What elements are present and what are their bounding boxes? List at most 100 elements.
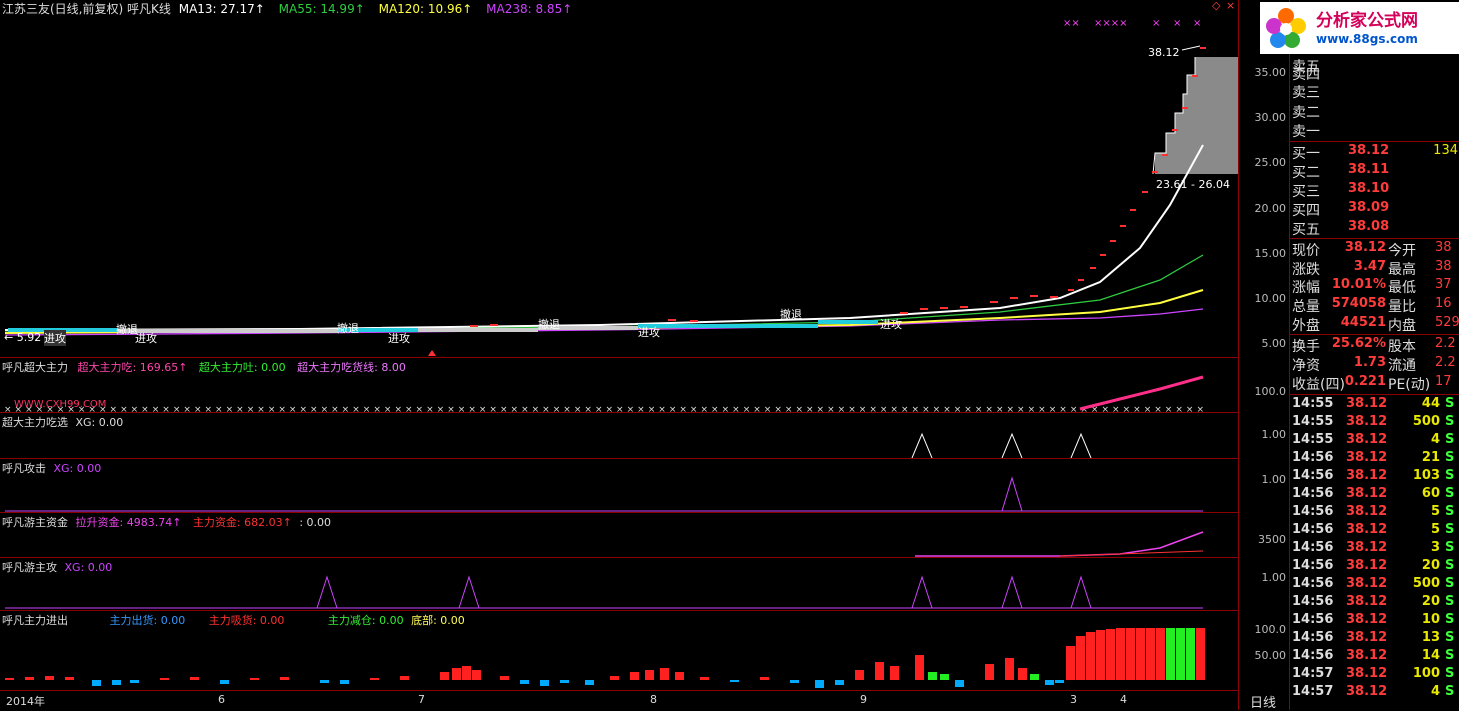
- flow-bar: [1005, 658, 1014, 680]
- tick-side: S: [1445, 576, 1455, 591]
- candlestick-chart[interactable]: ×× ×××× × × ×: [0, 0, 1238, 357]
- flow-bar: [220, 680, 229, 684]
- quote-key: 流通: [1388, 358, 1416, 374]
- top-x-markers: ×× ×××× × × ×: [1063, 18, 1201, 29]
- tick-price: 38.12: [1346, 468, 1388, 483]
- tick-price: 38.12: [1346, 594, 1388, 609]
- quote-key: 外盘: [1292, 318, 1320, 334]
- flow-bar: [250, 678, 259, 680]
- spike: [911, 432, 933, 458]
- panel3-chart: [5, 476, 1203, 512]
- attack-signal: 进攻: [880, 318, 902, 331]
- spike: [1070, 575, 1092, 609]
- flow-bar: [540, 680, 549, 686]
- tick-price: 38.12: [1346, 612, 1388, 627]
- flow-bar: [280, 677, 289, 680]
- retreat-signal: 撤退: [337, 322, 359, 335]
- flow-bar: [1196, 628, 1205, 680]
- attack-signal: 进攻: [388, 332, 410, 345]
- flow-bar: [890, 666, 899, 680]
- tick-time: 14:56: [1292, 540, 1334, 555]
- panel6-tick: 100.0: [1254, 623, 1287, 636]
- x-month-label: 6: [218, 693, 225, 706]
- flow-bar: [45, 676, 54, 680]
- flow-bar: [1106, 629, 1115, 680]
- quote-value: 3.47: [1353, 259, 1386, 274]
- tick-side: S: [1445, 450, 1455, 465]
- quote-row: 涨幅 10.01% 最低 37: [1290, 277, 1459, 296]
- spike: [1001, 575, 1023, 609]
- quote-row: 换手 25.62% 股本 2.2: [1290, 336, 1459, 355]
- panel5-chart: [5, 575, 1203, 609]
- price-tick: 35.00: [1254, 66, 1287, 79]
- buy-price: 38.12: [1348, 143, 1390, 158]
- tick-side: S: [1445, 558, 1455, 573]
- tick-volume: 60: [1421, 486, 1440, 501]
- tick-price: 38.12: [1346, 522, 1388, 537]
- tick-price: 38.12: [1346, 666, 1388, 681]
- flow-bar: [452, 668, 461, 680]
- sell-row: 卖二: [1290, 102, 1459, 122]
- sell-label: 卖三: [1292, 85, 1320, 101]
- tick-time: 14:56: [1292, 486, 1334, 501]
- low-price-label: ← 5.92: [4, 331, 42, 344]
- flow-bar: [1116, 628, 1125, 680]
- tick-side: S: [1445, 666, 1455, 681]
- flow-bar: [700, 677, 709, 680]
- tick-volume: 4: [1430, 432, 1440, 447]
- x-marker-row: ××××××××××××××××××××××××××××××××××××××××…: [4, 405, 1204, 412]
- panel3-tick: 1.00: [1261, 473, 1287, 486]
- tick-time: 14:56: [1292, 576, 1334, 591]
- flow-bar: [400, 676, 409, 680]
- quote-key: 内盘: [1388, 318, 1416, 334]
- chart-area[interactable]: 江苏三友(日线,前复权) 呼凡K线 MA13: 27.17↑ MA55: 14.…: [0, 0, 1289, 711]
- flow-bar: [1186, 628, 1195, 680]
- flow-bar: [560, 680, 569, 683]
- buy-price: 38.08: [1348, 219, 1390, 234]
- flower-logo-icon: [1266, 8, 1306, 48]
- quote-value: 38: [1435, 240, 1452, 255]
- tick-price: 38.12: [1346, 630, 1388, 645]
- quote-key: 今开: [1388, 243, 1416, 259]
- tick-volume: 500: [1412, 576, 1440, 591]
- spike: [911, 575, 933, 609]
- flow-bar: [440, 672, 449, 680]
- quote-value: 44521: [1340, 315, 1386, 330]
- flow-bar: [835, 680, 844, 685]
- flow-bar: [65, 677, 74, 680]
- tick-time: 14:57: [1292, 684, 1334, 699]
- quote-key: 量比: [1388, 299, 1416, 315]
- flow-bar: [1045, 680, 1054, 685]
- logo: 分析家公式网 www.88gs.com: [1260, 2, 1459, 54]
- tick-side: S: [1445, 630, 1455, 645]
- flow-bar: [1156, 628, 1165, 680]
- quote-value: 10.01%: [1331, 277, 1386, 292]
- tick-side: S: [1445, 540, 1455, 555]
- quote-row: 涨跌 3.47 最高 38: [1290, 259, 1459, 278]
- sell-row: 卖三: [1290, 82, 1459, 102]
- flow-bar: [462, 666, 471, 680]
- attack-signal: 进攻: [135, 332, 157, 345]
- flow-bar: [675, 672, 684, 680]
- tick-price: 38.12: [1346, 576, 1388, 591]
- divider: [1290, 334, 1459, 335]
- flow-bar: [1146, 628, 1155, 680]
- tick-volume: 14: [1421, 648, 1440, 663]
- quote-key: 最低: [1388, 280, 1416, 296]
- tick-time: 14:56: [1292, 630, 1334, 645]
- flow-bar: [585, 680, 594, 685]
- quote-key: 总量: [1292, 299, 1320, 315]
- quote-value: 16: [1435, 296, 1452, 311]
- flow-bar: [472, 670, 481, 680]
- flow-bar: [1126, 628, 1135, 680]
- tick-side: S: [1445, 684, 1455, 699]
- attack-signal: 进攻: [44, 330, 66, 346]
- tick-volume: 3: [1430, 540, 1440, 555]
- tick-time: 14:56: [1292, 504, 1334, 519]
- buy-row: 买二 38.11: [1290, 162, 1459, 182]
- quote-key: 净资: [1292, 358, 1320, 374]
- tick-row: 14:56 38.12 10 S: [1290, 612, 1459, 630]
- tick-price: 38.12: [1346, 450, 1388, 465]
- tick-row: 14:57 38.12 100 S: [1290, 666, 1459, 684]
- period-label[interactable]: 日线: [1250, 692, 1276, 711]
